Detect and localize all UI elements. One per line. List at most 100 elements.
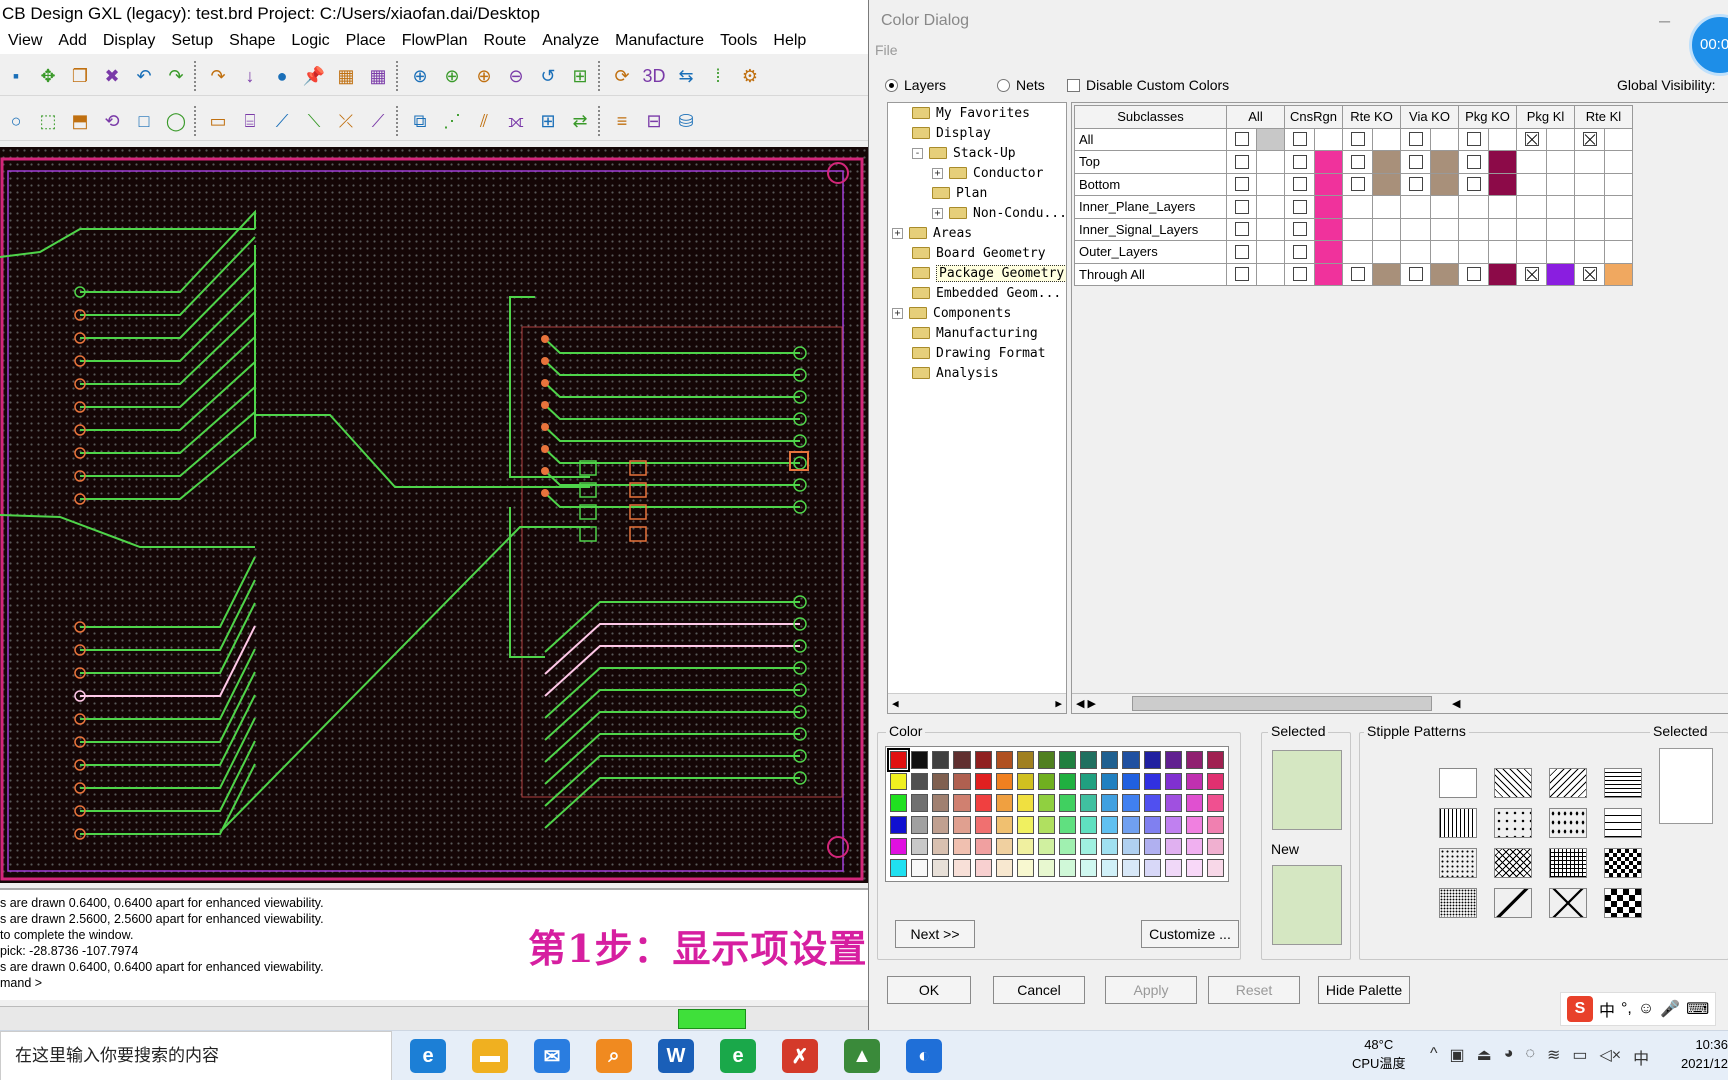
hide-palette-button[interactable]: Hide Palette [1318,976,1410,1004]
palette-swatch[interactable] [974,794,992,812]
palette-swatch[interactable] [974,751,992,769]
palette-swatch[interactable] [1101,794,1119,812]
undo-icon[interactable]: ↶ [130,62,158,90]
palette-swatch[interactable] [953,772,971,791]
color-palette[interactable] [885,746,1229,882]
visibility-checkbox[interactable] [1582,132,1597,147]
visibility-cell[interactable] [1574,127,1605,151]
visibility-cell[interactable] [1284,262,1315,286]
color-swatch-cell[interactable] [1314,150,1343,174]
save-icon[interactable]: ▪ [2,62,30,90]
palette-swatch[interactable] [1206,772,1224,791]
palette-swatch[interactable] [1059,837,1077,856]
visibility-checkbox[interactable] [1350,177,1365,192]
customize-button[interactable]: Customize ... [1141,920,1239,948]
expand-icon[interactable]: + [932,167,943,179]
palette-swatch[interactable] [1143,772,1161,791]
visibility-cell[interactable] [1284,172,1315,196]
column-header[interactable]: Rte KO [1342,105,1401,129]
grid-toggle-icon[interactable]: ▦ [332,62,360,90]
color-swatch-cell[interactable] [1372,262,1401,286]
menu-view[interactable]: View [0,32,50,50]
palette-swatch[interactable] [1164,815,1182,834]
palette-swatch[interactable] [932,751,950,769]
palette-swatch[interactable] [1164,751,1182,769]
palette-swatch[interactable] [1059,859,1077,877]
visibility-cell[interactable] [1342,127,1373,151]
circle-select-icon[interactable]: ○ [2,107,30,135]
visibility-cell[interactable] [1342,262,1373,286]
visibility-checkbox[interactable] [1524,267,1539,282]
tree-item-components[interactable]: + Components [892,303,1011,323]
nets-radio[interactable]: Nets [997,77,1045,93]
visibility-cell[interactable] [1226,262,1257,286]
palette-swatch[interactable] [1122,794,1140,812]
fanout-icon[interactable]: ⟗ [502,107,530,135]
glossing-icon[interactable]: ⧉ [406,107,434,135]
expand-icon[interactable]: + [892,307,903,319]
color-swatch-cell[interactable] [1314,195,1343,219]
palette-swatch[interactable] [1080,794,1098,812]
expand-icon[interactable]: + [932,207,943,219]
redo-forward-icon[interactable]: ↷ [204,62,232,90]
tree-item-package-geometry[interactable]: Package Geometry [912,263,1066,283]
palette-swatch[interactable] [911,837,929,856]
battery-icon[interactable]: ▭ [1572,1045,1587,1069]
input-language[interactable]: 中 [1633,1045,1649,1069]
grid-pattern[interactable] [1549,848,1587,878]
visibility-checkbox[interactable] [1292,154,1307,169]
zoom-out-icon[interactable]: ⊖ [502,62,530,90]
sparse-dots-pattern[interactable] [1439,848,1477,878]
scroll-right-icon[interactable]: ▶ [1055,697,1062,710]
spread-icon[interactable]: ⋰ [438,107,466,135]
menu-display[interactable]: Display [95,32,163,50]
text-icon[interactable]: ▭ [204,107,232,135]
next-button[interactable]: Next >> [895,920,975,948]
palette-swatch[interactable] [1080,772,1098,791]
diag-right-pattern[interactable] [1549,768,1587,798]
swap-icon[interactable]: ⇄ [566,107,594,135]
folder-icon[interactable]: ▬ [472,1039,508,1073]
visibility-checkbox[interactable] [1350,267,1365,282]
fine-dots-pattern[interactable] [1439,888,1477,918]
visibility-checkbox[interactable] [1292,199,1307,214]
palette-swatch[interactable] [995,815,1013,834]
palette-swatch[interactable] [1101,859,1119,877]
palette-swatch[interactable] [932,772,950,791]
visibility-cell[interactable] [1226,150,1257,174]
palette-swatch[interactable] [1016,837,1034,856]
shape-icon[interactable]: ⬒ [66,107,94,135]
word-icon[interactable]: W [658,1039,694,1073]
column-header[interactable]: Pkg Kl [1516,105,1575,129]
zoom-previous-icon[interactable]: ↺ [534,62,562,90]
visibility-cell[interactable] [1226,195,1257,219]
column-header[interactable]: Subclasses [1074,105,1227,129]
color-swatch-cell[interactable] [1314,217,1343,241]
diamond-pattern[interactable] [1494,888,1532,918]
visibility-cell[interactable] [1400,150,1431,174]
delete-connect-icon[interactable]: ⤫ [332,107,360,135]
palette-swatch[interactable] [1101,751,1119,769]
visibility-checkbox[interactable] [1466,267,1481,282]
visibility-checkbox[interactable] [1234,222,1249,237]
tree-item-board-geometry[interactable]: Board Geometry [912,243,1046,263]
palette-swatch[interactable] [1037,794,1055,812]
visibility-cell[interactable] [1400,172,1431,196]
visibility-checkbox[interactable] [1582,267,1597,282]
palette-swatch[interactable] [890,772,908,791]
tree-item-my-favorites[interactable]: My Favorites [912,103,1030,123]
palette-swatch[interactable] [1164,794,1182,812]
palette-swatch[interactable] [1080,751,1098,769]
ime-emoji-icon[interactable]: ☺ [1638,1000,1654,1018]
collapse-icon[interactable]: - [912,147,923,159]
palette-swatch[interactable] [1080,815,1098,834]
visibility-cell[interactable] [1400,127,1431,151]
menu-route[interactable]: Route [476,32,535,50]
palette-swatch[interactable] [953,794,971,812]
palette-swatch[interactable] [1206,751,1224,769]
grid-dots-icon[interactable]: ⁞ [704,62,732,90]
visibility-checkbox[interactable] [1292,177,1307,192]
visibility-checkbox[interactable] [1408,132,1423,147]
palette-swatch[interactable] [1037,751,1055,769]
palette-swatch[interactable] [1206,815,1224,834]
